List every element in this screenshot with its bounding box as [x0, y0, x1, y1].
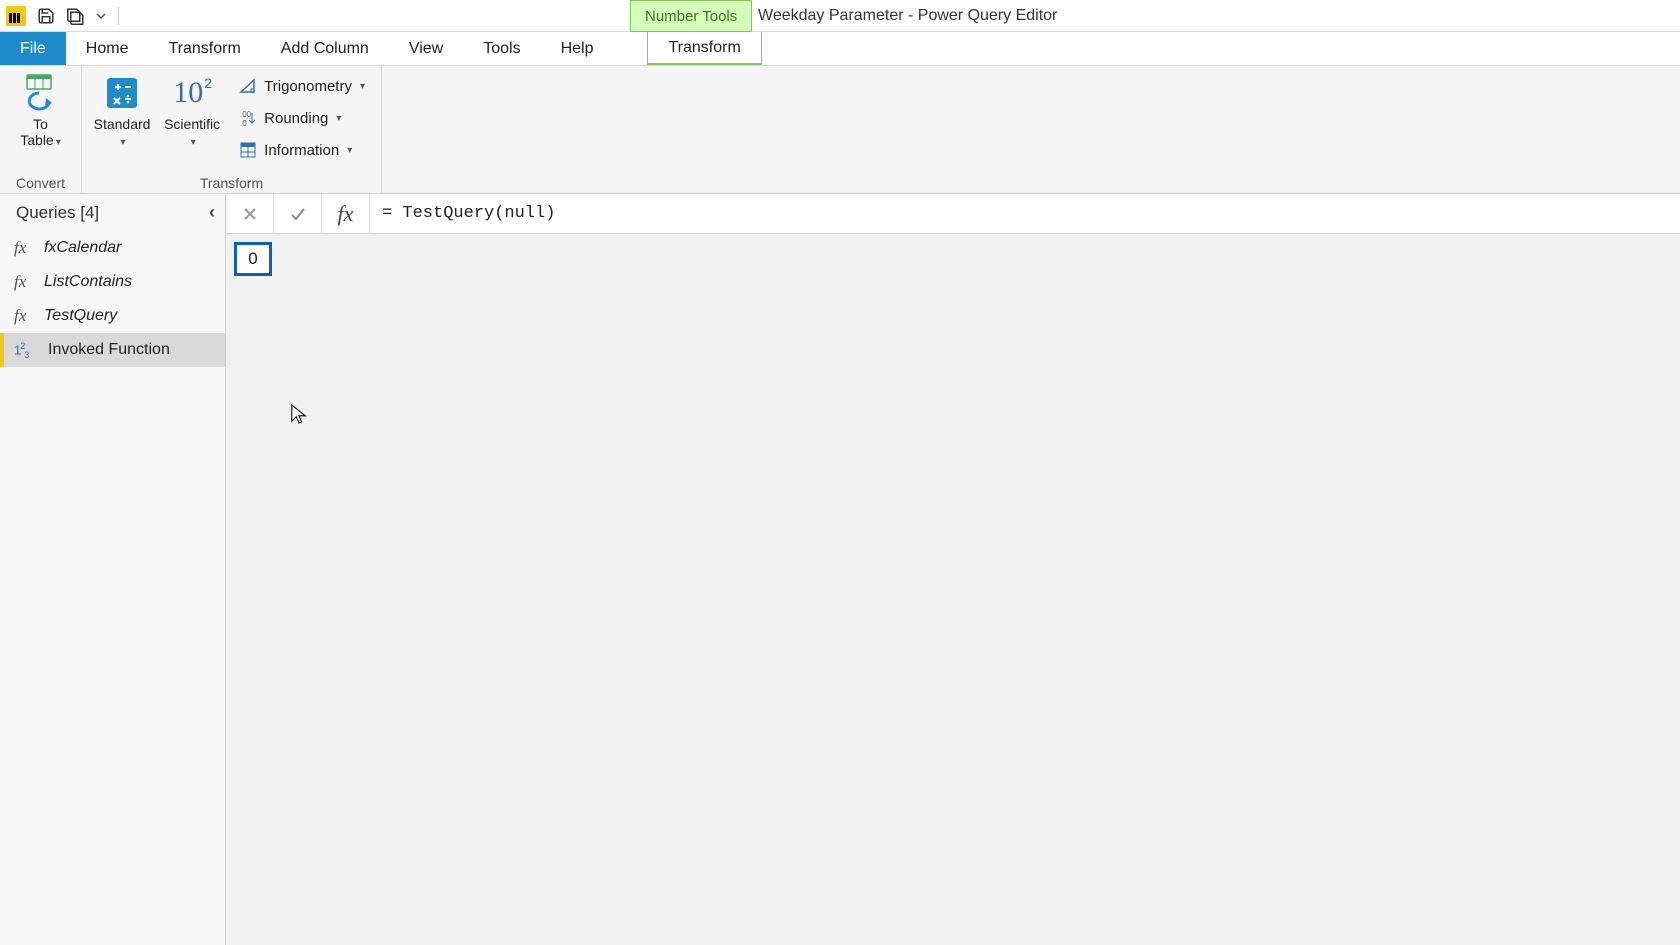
tab-view[interactable]: View — [389, 32, 463, 65]
preview-canvas: fx = TestQuery(null) 0 — [226, 194, 1680, 945]
group-label-convert: Convert — [10, 173, 71, 191]
save-icon[interactable] — [34, 4, 58, 28]
app-logo — [4, 4, 28, 28]
save-as-icon[interactable] — [64, 4, 88, 28]
standard-label: Standard — [94, 116, 151, 132]
function-icon: fx — [14, 238, 34, 258]
tab-help[interactable]: Help — [541, 32, 614, 65]
query-item-invoked-function[interactable]: 123 Invoked Function — [0, 333, 225, 367]
query-item-listcontains[interactable]: fx ListContains — [0, 265, 225, 299]
mouse-cursor-icon — [290, 403, 308, 425]
to-table-button[interactable]: To Table▾ — [10, 70, 71, 149]
ribbon-group-transform: Standard▾ 102 Scientific▾ Trigonometry▾ — [82, 66, 382, 193]
qat-dropdown-icon[interactable] — [94, 4, 108, 28]
query-item-fxcalendar[interactable]: fx fxCalendar — [0, 231, 225, 265]
queries-header[interactable]: Queries [4] ‹ — [0, 194, 225, 231]
trigonometry-label: Trigonometry — [264, 78, 352, 95]
queries-pane: Queries [4] ‹ fx fxCalendar fx ListConta… — [0, 194, 226, 945]
information-label: Information — [264, 142, 339, 159]
to-table-icon — [20, 72, 62, 114]
collapse-chevron-icon[interactable]: ‹ — [209, 202, 215, 223]
rounding-icon: .00.0 — [238, 108, 258, 128]
separator — [118, 7, 119, 25]
ribbon: To Table▾ Convert — [0, 66, 1680, 194]
result-area: 0 — [226, 234, 1680, 284]
scientific-button[interactable]: 102 Scientific▾ — [162, 70, 222, 149]
query-label: fxCalendar — [44, 239, 121, 257]
standard-icon — [101, 72, 143, 114]
tab-file[interactable]: File — [0, 32, 66, 65]
formula-input[interactable]: = TestQuery(null) — [370, 194, 1680, 233]
window-title: Weekday Parameter - Power Query Editor — [758, 0, 1057, 32]
ribbon-group-convert: To Table▾ Convert — [0, 66, 82, 193]
information-icon — [238, 140, 258, 160]
tab-tools[interactable]: Tools — [463, 32, 540, 65]
query-label: Invoked Function — [48, 341, 170, 359]
rounding-label: Rounding — [264, 110, 328, 127]
tab-transform[interactable]: Transform — [148, 32, 260, 65]
formula-commit-button[interactable] — [274, 194, 322, 234]
to-table-label: To Table▾ — [20, 116, 61, 149]
queries-header-label: Queries [4] — [16, 203, 99, 223]
rounding-button[interactable]: .00.0 Rounding▾ — [232, 104, 371, 132]
function-icon: fx — [14, 306, 34, 326]
scientific-icon: 102 — [171, 72, 213, 114]
formula-bar: fx = TestQuery(null) — [226, 194, 1680, 234]
function-icon: fx — [14, 272, 34, 292]
query-label: TestQuery — [44, 307, 117, 325]
trigonometry-icon — [238, 76, 258, 96]
svg-text:.0: .0 — [240, 119, 247, 127]
tab-home[interactable]: Home — [66, 32, 149, 65]
trigonometry-button[interactable]: Trigonometry▾ — [232, 72, 371, 100]
query-item-testquery[interactable]: fx TestQuery — [0, 299, 225, 333]
information-button[interactable]: Information▾ — [232, 136, 371, 164]
title-bar: Number Tools Weekday Parameter - Power Q… — [0, 0, 1680, 32]
tab-context-transform[interactable]: Transform — [647, 32, 761, 65]
standard-button[interactable]: Standard▾ — [92, 70, 152, 149]
contextual-tab-header: Number Tools — [630, 0, 752, 32]
ribbon-tabstrip: File Home Transform Add Column View Tool… — [0, 32, 1680, 66]
tab-add-column[interactable]: Add Column — [261, 32, 389, 65]
fx-icon[interactable]: fx — [322, 194, 370, 234]
group-label-transform: Transform — [92, 173, 371, 191]
number-type-icon: 123 — [14, 341, 38, 360]
work-area: Queries [4] ‹ fx fxCalendar fx ListConta… — [0, 194, 1680, 945]
query-label: ListContains — [44, 273, 132, 291]
number-tools-label: Number Tools — [630, 0, 752, 32]
formula-cancel-button[interactable] — [226, 194, 274, 234]
svg-text:.00: .00 — [240, 110, 252, 119]
quick-access-toolbar — [0, 0, 123, 31]
result-value-cell[interactable]: 0 — [234, 242, 272, 276]
scientific-label: Scientific — [164, 116, 220, 132]
